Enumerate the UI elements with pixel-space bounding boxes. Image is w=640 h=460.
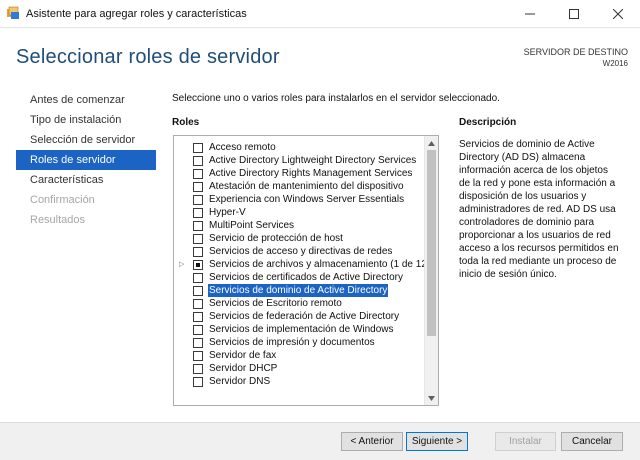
role-checkbox[interactable] bbox=[193, 286, 203, 296]
role-list-item[interactable]: Servidor DNS bbox=[174, 375, 426, 388]
role-list-item[interactable]: Servicios de Escritorio remoto bbox=[174, 297, 426, 310]
role-label[interactable]: Servicios de federación de Active Direct… bbox=[208, 310, 400, 323]
role-checkbox[interactable] bbox=[193, 312, 203, 322]
role-label[interactable]: Servidor DHCP bbox=[208, 362, 278, 375]
title-bar: Asistente para agregar roles y caracterí… bbox=[0, 0, 640, 28]
page-title: Seleccionar roles de servidor bbox=[16, 46, 280, 68]
role-list-item[interactable]: Servidor DHCP bbox=[174, 362, 426, 375]
role-list-item[interactable]: Hyper-V bbox=[174, 206, 426, 219]
nav-item-confirmacion: Confirmación bbox=[30, 194, 95, 206]
role-checkbox[interactable] bbox=[193, 182, 203, 192]
scroll-up-arrow-icon[interactable] bbox=[425, 136, 438, 150]
role-checkbox[interactable] bbox=[193, 221, 203, 231]
role-label[interactable]: Servicios de impresión y documentos bbox=[208, 336, 376, 349]
role-checkbox[interactable] bbox=[193, 299, 203, 309]
role-label[interactable]: Experiencia con Windows Server Essential… bbox=[208, 193, 405, 206]
role-checkbox[interactable] bbox=[193, 234, 203, 244]
role-list-item[interactable]: Experiencia con Windows Server Essential… bbox=[174, 193, 426, 206]
roles-list: Acceso remoto Active Directory Lightweigh… bbox=[174, 141, 438, 388]
role-label[interactable]: Hyper-V bbox=[208, 206, 247, 219]
wizard-footer: < Anterior Siguiente > Instalar Cancelar bbox=[0, 422, 640, 460]
nav-item-tipo-de-instalacion[interactable]: Tipo de instalación bbox=[16, 110, 156, 130]
role-label[interactable]: Acceso remoto bbox=[208, 141, 277, 154]
minimize-button[interactable] bbox=[508, 0, 552, 28]
role-checkbox[interactable] bbox=[193, 364, 203, 374]
back-button[interactable]: < Anterior bbox=[341, 432, 403, 451]
role-label[interactable]: Servicios de Escritorio remoto bbox=[208, 297, 343, 310]
cancel-button[interactable]: Cancelar bbox=[561, 432, 623, 451]
role-checkbox[interactable] bbox=[193, 208, 203, 218]
role-checkbox[interactable] bbox=[193, 247, 203, 257]
role-list-item[interactable]: Active Directory Rights Management Servi… bbox=[174, 167, 426, 180]
destination-server-info: SERVIDOR DE DESTINO W2016 bbox=[524, 46, 628, 70]
role-checkbox[interactable] bbox=[193, 325, 203, 335]
role-list-item[interactable]: Servicios de certificados de Active Dire… bbox=[174, 271, 426, 284]
role-list-item[interactable]: Servicio de protección de host bbox=[174, 232, 426, 245]
role-label[interactable]: Servicios de dominio de Active Directory bbox=[206, 283, 390, 298]
role-list-item[interactable]: Atestación de mantenimiento del disposit… bbox=[174, 180, 426, 193]
maximize-button[interactable] bbox=[552, 0, 596, 28]
close-button[interactable] bbox=[596, 0, 640, 28]
role-checkbox[interactable] bbox=[193, 351, 203, 361]
instruction-text: Seleccione uno o varios roles para insta… bbox=[172, 93, 500, 104]
role-label[interactable]: Active Directory Lightweight Directory S… bbox=[208, 154, 417, 167]
role-list-item[interactable]: ▷ Servicios de archivos y almacenamiento … bbox=[174, 258, 438, 271]
minimize-icon bbox=[525, 9, 535, 19]
role-checkbox[interactable] bbox=[193, 143, 203, 153]
role-label[interactable]: MultiPoint Services bbox=[208, 219, 295, 232]
role-list-item[interactable]: Servicios de federación de Active Direct… bbox=[174, 310, 426, 323]
description-header: Descripción bbox=[459, 117, 517, 128]
wizard-nav: Antes de comenzar Tipo de instalación Se… bbox=[16, 90, 156, 230]
role-checkbox[interactable] bbox=[193, 169, 203, 179]
scrollbar-thumb[interactable] bbox=[427, 150, 436, 336]
role-list-item[interactable]: Servicios de implementación de Windows bbox=[174, 323, 426, 336]
role-label[interactable]: Servicios de archivos y almacenamiento (… bbox=[208, 258, 438, 271]
role-list-item[interactable]: Acceso remoto bbox=[174, 141, 426, 154]
role-checkbox[interactable] bbox=[193, 338, 203, 348]
nav-item-seleccion-de-servidor[interactable]: Selección de servidor bbox=[16, 130, 156, 150]
next-button[interactable]: Siguiente > bbox=[406, 432, 468, 451]
role-checkbox[interactable] bbox=[193, 377, 203, 387]
role-list-item[interactable]: MultiPoint Services bbox=[174, 219, 426, 232]
destination-label: SERVIDOR DE DESTINO bbox=[523, 47, 628, 57]
nav-item-resultados: Resultados bbox=[30, 214, 86, 226]
maximize-icon bbox=[569, 9, 579, 19]
scroll-down-arrow-icon[interactable] bbox=[425, 391, 438, 405]
role-label[interactable]: Servicios de implementación de Windows bbox=[208, 323, 395, 336]
role-label[interactable]: Active Directory Rights Management Servi… bbox=[208, 167, 413, 180]
role-label[interactable]: Servidor de fax bbox=[208, 349, 277, 362]
role-label[interactable]: Servicios de certificados de Active Dire… bbox=[208, 271, 404, 284]
role-checkbox[interactable] bbox=[193, 195, 203, 205]
destination-server-name: W2016 bbox=[602, 59, 628, 68]
roles-scrollbar[interactable] bbox=[424, 136, 438, 405]
role-list-item[interactable]: Active Directory Lightweight Directory S… bbox=[174, 154, 426, 167]
role-checkbox[interactable] bbox=[193, 273, 203, 283]
role-label[interactable]: Servicios de acceso y directivas de rede… bbox=[208, 245, 393, 258]
install-button: Instalar bbox=[495, 432, 556, 451]
role-list-item[interactable]: Servicios de impresión y documentos bbox=[174, 336, 426, 349]
role-label[interactable]: Atestación de mantenimiento del disposit… bbox=[208, 180, 405, 193]
nav-item-roles-de-servidor[interactable]: Roles de servidor bbox=[16, 150, 156, 170]
close-icon bbox=[613, 9, 623, 19]
role-label[interactable]: Servidor DNS bbox=[208, 375, 271, 388]
role-list-item[interactable]: Servidor de fax bbox=[174, 349, 426, 362]
role-list-item[interactable]: Servicios de acceso y directivas de rede… bbox=[174, 245, 426, 258]
role-list-item[interactable]: Servicios de dominio de Active Directory bbox=[174, 283, 426, 298]
role-checkbox[interactable] bbox=[193, 260, 203, 270]
roles-header: Roles bbox=[172, 117, 200, 128]
role-checkbox[interactable] bbox=[193, 156, 203, 166]
role-description: Servicios de dominio de Active Directory… bbox=[459, 139, 619, 280]
nav-item-caracteristicas[interactable]: Características bbox=[16, 170, 156, 190]
role-label[interactable]: Servicio de protección de host bbox=[208, 232, 344, 245]
nav-item-antes-de-comenzar[interactable]: Antes de comenzar bbox=[16, 90, 156, 110]
window-title: Asistente para agregar roles y caracterí… bbox=[26, 8, 247, 20]
server-manager-icon bbox=[6, 6, 20, 20]
roles-list-box[interactable]: Acceso remoto Active Directory Lightweigh… bbox=[173, 135, 439, 406]
expand-arrow-icon[interactable]: ▷ bbox=[179, 260, 184, 268]
